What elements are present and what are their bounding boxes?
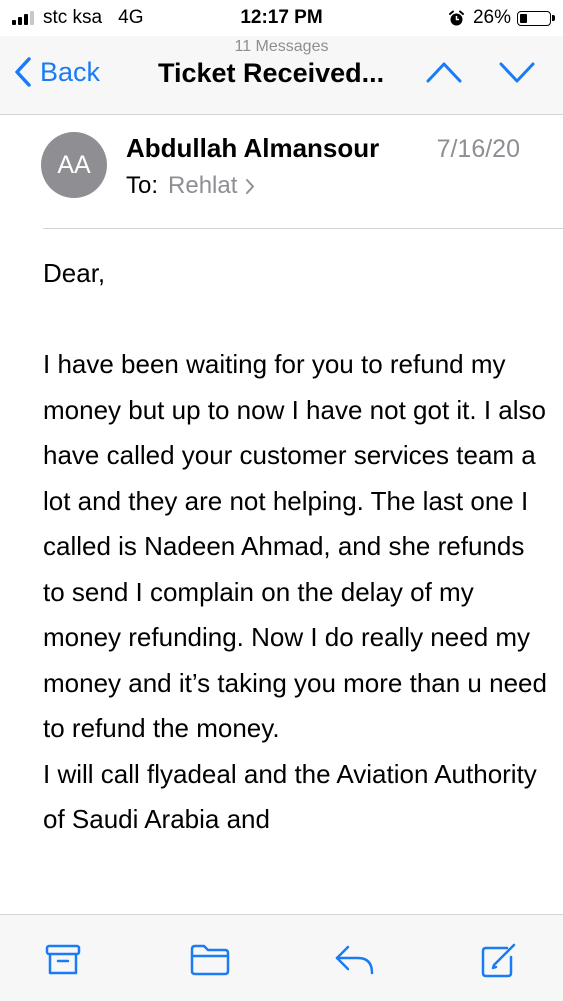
message-count: 11 Messages: [234, 38, 329, 55]
bottom-toolbar: [0, 914, 563, 1001]
battery-fill: [520, 13, 527, 23]
back-label: Back: [40, 56, 101, 87]
header-divider: [43, 228, 563, 229]
nav-bar: 11 Messages Back Ticket Received...: [0, 36, 563, 115]
nav-title: Ticket Received...: [158, 58, 385, 88]
back-button[interactable]: Back: [14, 56, 100, 88]
watermark: [300, 935, 490, 985]
archive-icon[interactable]: [45, 943, 81, 977]
chevron-left-icon: [15, 57, 31, 87]
alarm-icon: [448, 10, 464, 25]
reply-icon[interactable]: [334, 943, 376, 977]
avatar[interactable]: AA: [41, 132, 107, 198]
folder-icon[interactable]: [189, 943, 231, 977]
recipient-name: Rehlat: [168, 172, 238, 199]
chevron-right-icon: [246, 178, 255, 194]
to-line: To: Rehlat: [126, 172, 255, 200]
battery-icon: [517, 10, 555, 26]
battery-percent: 26%: [472, 7, 511, 28]
message-date: 7/16/20: [436, 135, 520, 163]
to-label: To:: [126, 172, 159, 199]
greeting: Dear,: [43, 258, 106, 288]
sender-name[interactable]: Abdullah Almansour: [126, 133, 379, 164]
body-paragraph: I will call flyadeal and the Aviation Au…: [43, 758, 537, 835]
to-recipient[interactable]: Rehlat: [168, 172, 255, 200]
status-right: 26%: [448, 7, 555, 29]
message-body: Dear, I have been waiting for you to ref…: [43, 251, 553, 843]
next-message-button[interactable]: [498, 60, 536, 84]
previous-message-button[interactable]: [425, 60, 463, 84]
compose-icon[interactable]: [480, 943, 518, 979]
status-bar: stc ksa 4G 12:17 PM 26%: [0, 0, 563, 36]
body-paragraph: I have been waiting for you to refund my…: [43, 349, 547, 743]
